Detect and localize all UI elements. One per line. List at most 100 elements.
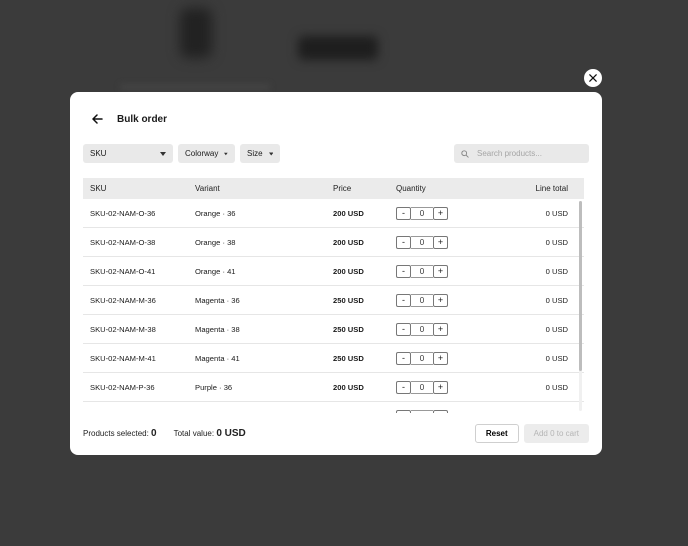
row-line-total: 0 USD bbox=[545, 237, 568, 247]
reset-button[interactable]: Reset bbox=[474, 423, 519, 443]
row-variant: Orange · 41 bbox=[195, 266, 236, 276]
table-row: SKU-02-NAM-O-41 Orange · 41 200 USD - 0 … bbox=[83, 257, 584, 286]
products-selected-value: 0 bbox=[151, 427, 157, 439]
quantity-stepper: - 0 + bbox=[396, 235, 516, 249]
row-sku: SKU-02-NAM-O-41 bbox=[90, 266, 156, 276]
row-line-total: 0 USD bbox=[545, 295, 568, 305]
decrement-button[interactable]: - bbox=[396, 264, 411, 278]
decrement-button[interactable]: - bbox=[396, 380, 411, 394]
quantity-stepper: - 0 + bbox=[396, 264, 516, 278]
table-row: SKU-02-NAM-M-41 Magenta · 41 250 USD - 0… bbox=[83, 344, 584, 373]
quantity-value[interactable]: 0 bbox=[411, 380, 433, 394]
search-input[interactable] bbox=[477, 149, 587, 158]
header-price: Price bbox=[333, 184, 352, 193]
quantity-value[interactable]: 0 bbox=[411, 293, 433, 307]
row-quantity: - + bbox=[396, 409, 516, 413]
bulk-order-modal: Bulk order SKU Colorway Size SKU Variant… bbox=[70, 92, 602, 455]
increment-button[interactable]: + bbox=[433, 409, 448, 413]
colorway-filter-dropdown[interactable]: Colorway bbox=[178, 144, 235, 163]
backdrop-image bbox=[180, 8, 212, 58]
row-quantity: - 0 + bbox=[396, 293, 516, 307]
row-quantity: - 0 + bbox=[396, 235, 516, 249]
close-button[interactable] bbox=[584, 69, 602, 87]
back-button[interactable] bbox=[90, 112, 104, 126]
increment-button[interactable]: + bbox=[433, 380, 448, 394]
chevron-down-icon bbox=[160, 151, 166, 156]
row-quantity: - 0 + bbox=[396, 322, 516, 336]
modal-header: Bulk order bbox=[90, 112, 167, 126]
row-quantity: - 0 + bbox=[396, 351, 516, 365]
row-quantity: - 0 + bbox=[396, 206, 516, 220]
quantity-stepper: - 0 + bbox=[396, 293, 516, 307]
row-line-total: 0 USD bbox=[545, 353, 568, 363]
backdrop-button bbox=[298, 36, 378, 60]
row-variant: Magenta · 36 bbox=[195, 295, 240, 305]
decrement-button[interactable]: - bbox=[396, 409, 411, 413]
quantity-value[interactable]: 0 bbox=[411, 351, 433, 365]
row-variant: Orange · 36 bbox=[195, 208, 236, 218]
table-row: SKU-02-NAM-P-36 Purple · 36 200 USD - 0 … bbox=[83, 373, 584, 402]
total-value-amount: 0 USD bbox=[216, 427, 246, 439]
row-quantity: - 0 + bbox=[396, 380, 516, 394]
row-variant: Magenta · 41 bbox=[195, 353, 240, 363]
header-line-total: Line total bbox=[535, 184, 568, 193]
total-value-stat: Total value: 0 USD bbox=[174, 428, 246, 439]
row-sku: SKU-02-NAM-O-38 bbox=[90, 237, 156, 247]
chevron-down-icon bbox=[268, 152, 273, 155]
increment-button[interactable]: + bbox=[433, 351, 448, 365]
row-line-total: 0 USD bbox=[545, 382, 568, 392]
row-variant: Purple · 36 bbox=[195, 382, 233, 392]
table-row: SKU-02-NAM-O-36 Orange · 36 200 USD - 0 … bbox=[83, 199, 584, 228]
arrow-left-icon bbox=[91, 114, 103, 124]
row-quantity: - 0 + bbox=[396, 264, 516, 278]
quantity-value[interactable]: 0 bbox=[411, 264, 433, 278]
table-header: SKU Variant Price Quantity Line total bbox=[83, 178, 584, 199]
decrement-button[interactable]: - bbox=[396, 206, 411, 220]
backdrop-text bbox=[120, 84, 270, 90]
quantity-stepper: - 0 + bbox=[396, 206, 516, 220]
quantity-stepper: - 0 + bbox=[396, 322, 516, 336]
colorway-filter-label: Colorway bbox=[185, 149, 219, 158]
scrollbar-thumb[interactable] bbox=[579, 201, 582, 371]
add-to-cart-button[interactable]: Add 0 to cart bbox=[523, 423, 589, 443]
row-sku: SKU-02-NAM-M-36 bbox=[90, 295, 156, 305]
products-table: SKU Variant Price Quantity Line total SK… bbox=[83, 178, 584, 413]
increment-button[interactable]: + bbox=[433, 235, 448, 249]
size-filter-dropdown[interactable]: Size bbox=[240, 144, 280, 163]
decrement-button[interactable]: - bbox=[396, 322, 411, 336]
size-filter-label: Size bbox=[247, 149, 263, 158]
decrement-button[interactable]: - bbox=[396, 235, 411, 249]
header-sku: SKU bbox=[90, 184, 107, 193]
decrement-button[interactable]: - bbox=[396, 351, 411, 365]
quantity-value[interactable] bbox=[411, 409, 433, 413]
header-variant: Variant bbox=[195, 184, 220, 193]
modal-title: Bulk order bbox=[117, 113, 168, 125]
quantity-value[interactable]: 0 bbox=[411, 322, 433, 336]
quantity-stepper: - 0 + bbox=[396, 351, 516, 365]
sku-filter-label: SKU bbox=[90, 149, 107, 158]
filter-bar: SKU Colorway Size bbox=[83, 144, 280, 163]
row-sku: SKU-02-NAM-O-36 bbox=[90, 208, 156, 218]
increment-button[interactable]: + bbox=[433, 293, 448, 307]
quantity-value[interactable]: 0 bbox=[411, 206, 433, 220]
modal-footer: Products selected: 0 Total value: 0 USD … bbox=[83, 422, 589, 444]
table-row: SKU-02-NAM-O-38 Orange · 38 200 USD - 0 … bbox=[83, 228, 584, 257]
decrement-button[interactable]: - bbox=[396, 293, 411, 307]
increment-button[interactable]: + bbox=[433, 206, 448, 220]
row-price: 200 USD bbox=[333, 266, 364, 276]
close-icon bbox=[589, 74, 597, 82]
row-price: 200 USD bbox=[333, 382, 364, 392]
sku-filter-dropdown[interactable]: SKU bbox=[83, 144, 173, 163]
row-price: 250 USD bbox=[333, 295, 364, 305]
total-value-label: Total value: bbox=[173, 428, 217, 438]
row-line-total: 0 USD bbox=[545, 324, 568, 334]
chevron-down-icon bbox=[224, 152, 228, 155]
row-sku: SKU-02-NAM-P-36 bbox=[90, 382, 155, 392]
table-scrollbar[interactable] bbox=[579, 201, 582, 411]
products-selected-stat: Products selected: 0 bbox=[83, 428, 157, 439]
increment-button[interactable]: + bbox=[433, 264, 448, 278]
row-price: 250 USD bbox=[333, 324, 364, 334]
increment-button[interactable]: + bbox=[433, 322, 448, 336]
quantity-value[interactable]: 0 bbox=[411, 235, 433, 249]
search-icon bbox=[461, 149, 469, 158]
